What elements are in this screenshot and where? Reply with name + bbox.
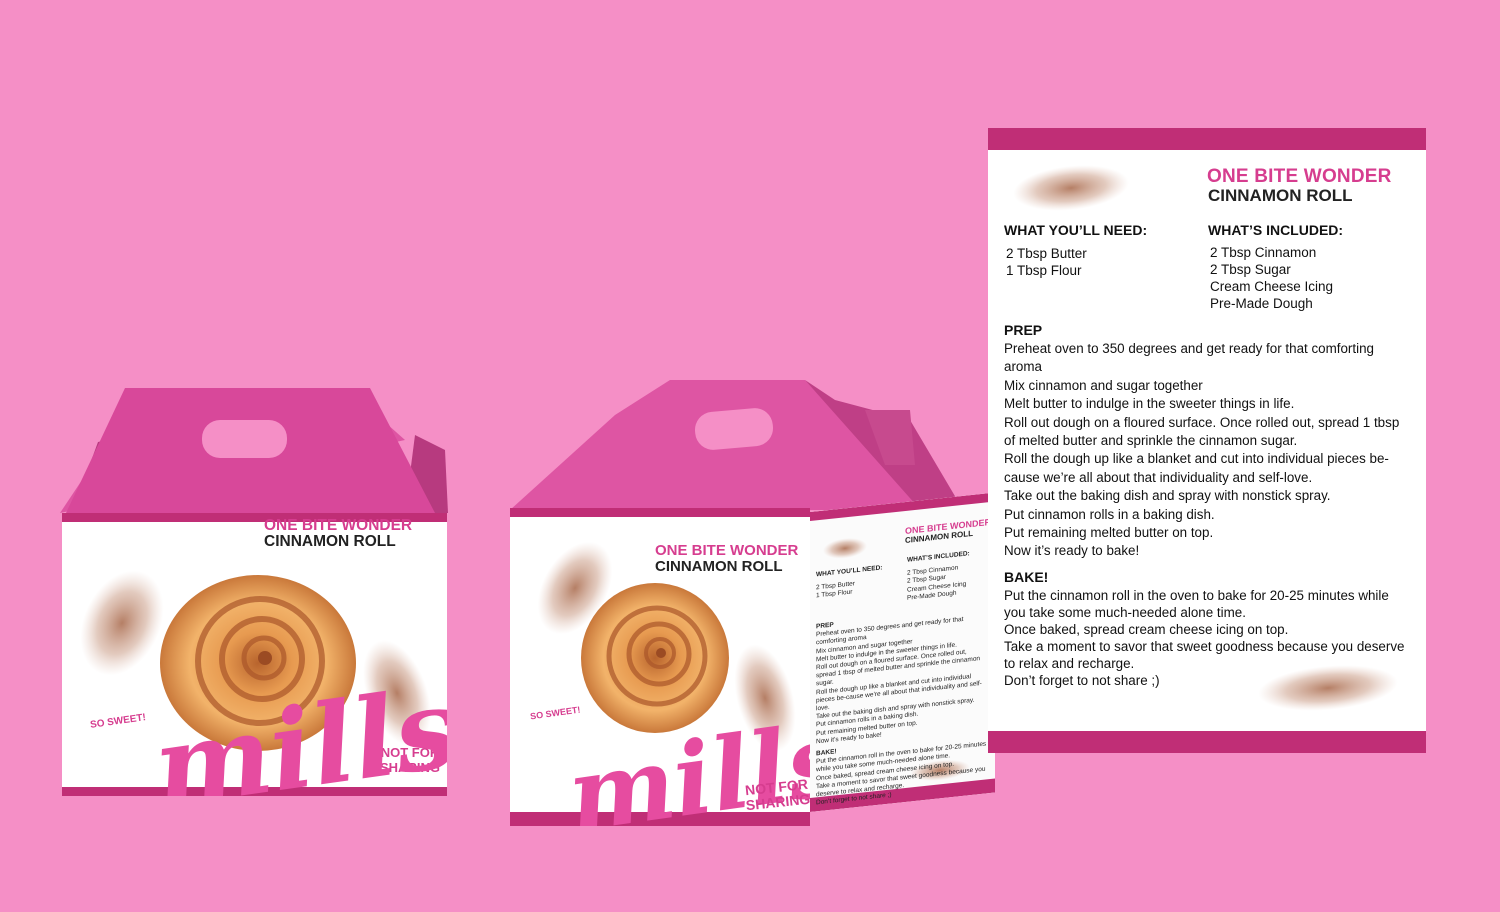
need-list: 2 Tbsp Butter 1 Tbsp Flour	[1006, 245, 1087, 279]
list-item: 1 Tbsp Flour	[1006, 263, 1082, 278]
bake-steps: Put the cinnamon roll in the oven to bak…	[1004, 587, 1414, 689]
list-item: Put the cinnamon roll in the oven to bak…	[1004, 588, 1389, 620]
included-heading: WHAT’S INCLUDED:	[1208, 222, 1344, 238]
card-title-line1: ONE BITE WONDER	[1207, 166, 1392, 187]
cinnamon-dust-image	[1013, 165, 1129, 211]
list-item: Put cinnamon rolls in a baking dish.	[1004, 506, 1215, 522]
left-box-front-panel: ONE BITE WONDER CINNAMON ROLL SO SWEET! …	[62, 513, 447, 796]
card-top-band	[988, 128, 1426, 150]
list-item: Pre-Made Dough	[1210, 296, 1313, 311]
list-item: Cream Cheese Icing	[1210, 279, 1334, 294]
list-item: Now it’s ready to bake!	[1004, 543, 1140, 559]
list-item: 2 Tbsp Cinnamon	[1210, 245, 1317, 260]
card-bottom-band	[988, 731, 1426, 753]
box-title-line2: CINNAMON ROLL	[655, 558, 783, 575]
bake-heading: BAKE!	[1004, 569, 1049, 585]
list-item: Take out the baking dish and spray with …	[1004, 488, 1331, 504]
list-item: 2 Tbsp Butter	[1006, 246, 1087, 261]
side-prep-steps: PREP Preheat oven to 350 degrees and get…	[816, 616, 987, 807]
list-item: Put remaining melted butter on top.	[1004, 525, 1214, 541]
card-title-line2: CINNAMON ROLL	[1208, 186, 1353, 205]
list-item: Once baked, spread cream cheese icing on…	[1004, 622, 1289, 637]
list-item: Take a moment to savor that sweet goodne…	[1004, 639, 1405, 671]
box-title-line2: CINNAMON ROLL	[264, 533, 396, 550]
side-included-list: WHAT’S INCLUDED: 2 Tbsp Cinnamon 2 Tbsp …	[907, 550, 970, 602]
list-item: 2 Tbsp Sugar	[1210, 262, 1291, 277]
list-item: Preheat oven to 350 degrees and get read…	[1004, 341, 1374, 375]
need-heading: WHAT YOU’LL NEED:	[1004, 222, 1148, 238]
middle-box-front-panel: ONE BITE WONDER CINNAMON ROLL SO SWEET! …	[510, 508, 810, 826]
list-item: Roll the dough up like a blanket and cut…	[1004, 451, 1389, 485]
list-item: Don’t forget to not share ;)	[1004, 673, 1160, 688]
list-item: Melt butter to indulge in the sweeter th…	[1004, 396, 1295, 412]
box-title-line1: ONE BITE WONDER	[655, 542, 799, 559]
list-item: Mix cinnamon and sugar together	[1004, 377, 1203, 393]
prep-steps: Preheat oven to 350 degrees and get read…	[1004, 340, 1414, 561]
left-box: ONE BITE WONDER CINNAMON ROLL SO SWEET! …	[60, 380, 455, 800]
left-box-lid	[60, 388, 448, 513]
recipe-card: ONE BITE WONDER CINNAMON ROLL WHAT YOU’L…	[988, 128, 1426, 753]
included-list: 2 Tbsp Cinnamon 2 Tbsp Sugar Cream Chees…	[1210, 244, 1333, 312]
prep-heading: PREP	[1004, 322, 1043, 338]
middle-box: ONE BITE WONDER CINNAMON ROLL SO SWEET! …	[505, 370, 1005, 840]
list-item: Roll out dough on a floured surface. Onc…	[1004, 414, 1400, 449]
middle-box-side-panel: ONE BITE WONDER CINNAMON ROLL WHAT YOU’L…	[810, 492, 995, 812]
